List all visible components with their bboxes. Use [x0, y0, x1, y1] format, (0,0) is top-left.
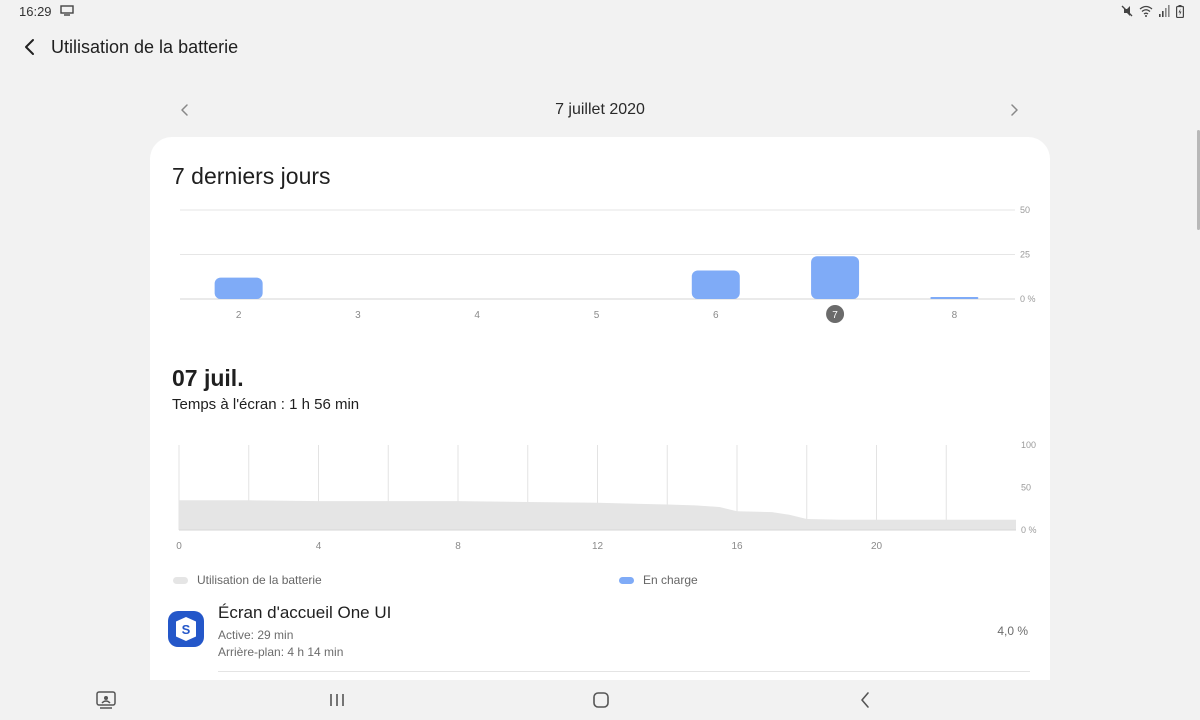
home-icon[interactable] — [589, 688, 613, 712]
x-tick-label: 4 — [316, 541, 322, 552]
app-usage-percent: 4,0 % — [997, 624, 1028, 638]
y-tick-label: 0 % — [1021, 525, 1037, 535]
back-arrow-icon[interactable] — [18, 35, 42, 59]
legend-charge-label: En charge — [643, 573, 698, 587]
y-tick-label: 0 % — [1020, 294, 1036, 304]
wifi-icon — [1139, 5, 1153, 17]
svg-text:S: S — [182, 622, 191, 637]
y-tick-label: 25 — [1020, 250, 1030, 260]
legend-charge-swatch — [619, 576, 634, 584]
x-tick-label: 8 — [952, 310, 958, 321]
x-tick-label: 3 — [355, 310, 361, 321]
nav-back-icon[interactable] — [853, 688, 877, 712]
status-icons — [1121, 4, 1184, 18]
legend-usage-swatch — [173, 576, 188, 584]
y-tick-label: 100 — [1021, 440, 1036, 450]
x-tick-label: 7 — [832, 310, 838, 321]
day-bar-2[interactable] — [214, 277, 263, 299]
app-usage-row[interactable]: S Écran d'accueil One UI Active: 29 min … — [150, 597, 1050, 672]
status-time: 16:29 — [19, 4, 52, 19]
day-bar-7[interactable] — [811, 256, 860, 299]
x-tick-label: 0 — [176, 541, 182, 552]
day-bar-8[interactable] — [930, 297, 979, 299]
screen-time: Temps à l'écran : 1 h 56 min — [172, 396, 360, 413]
app-background-time: Arrière-plan: 4 h 14 min — [218, 645, 344, 659]
week-chart-title: 7 derniers jours — [172, 163, 331, 189]
y-tick-label: 50 — [1021, 483, 1031, 493]
system-nav-bar — [0, 680, 1200, 720]
one-ui-home-app-icon: S — [168, 611, 204, 647]
x-tick-label: 8 — [455, 541, 461, 552]
mute-icon — [1121, 5, 1133, 17]
page-title: Utilisation de la batterie — [51, 37, 239, 57]
legend-battery-usage: Utilisation de la batterie — [173, 573, 322, 587]
daily-battery-chart: 100 50 0 % 0 4 8 12 16 20 — [176, 440, 1037, 552]
x-tick-label: 16 — [731, 541, 743, 552]
x-tick-label: 12 — [592, 541, 604, 552]
next-day-chevron-icon[interactable] — [1004, 100, 1024, 120]
battery-level-area — [179, 500, 1016, 530]
screen-cast-icon — [60, 5, 74, 16]
x-tick-label: 2 — [236, 310, 242, 321]
legend-usage-label: Utilisation de la batterie — [197, 573, 322, 587]
app-name: Écran d'accueil One UI — [218, 603, 392, 622]
battery-charging-icon — [1176, 4, 1184, 18]
status-bar: 16:29 — [0, 0, 1200, 24]
x-tick-label: 5 — [594, 310, 600, 321]
day-title: 07 juil. — [172, 365, 244, 391]
x-tick-label: 6 — [713, 310, 719, 321]
keyboard-toggle-icon[interactable] — [94, 688, 118, 712]
recent-apps-icon[interactable] — [325, 688, 349, 712]
legend-charging: En charge — [619, 573, 698, 587]
divider — [218, 671, 1030, 672]
weekly-usage-chart[interactable]: 50 25 0 % 2 3 4 5 6 7 8 — [150, 197, 1050, 327]
day-bar-6[interactable] — [691, 270, 740, 299]
x-tick-label: 4 — [474, 310, 480, 321]
app-active-time: Active: 29 min — [218, 628, 294, 642]
signal-icon — [1159, 5, 1170, 17]
x-tick-label: 20 — [871, 541, 883, 552]
y-tick-label: 50 — [1020, 205, 1030, 215]
battery-usage-card: 7 derniers jours 50 25 0 % 2 3 4 5 6 7 8 07 juil.… — [150, 137, 1050, 680]
